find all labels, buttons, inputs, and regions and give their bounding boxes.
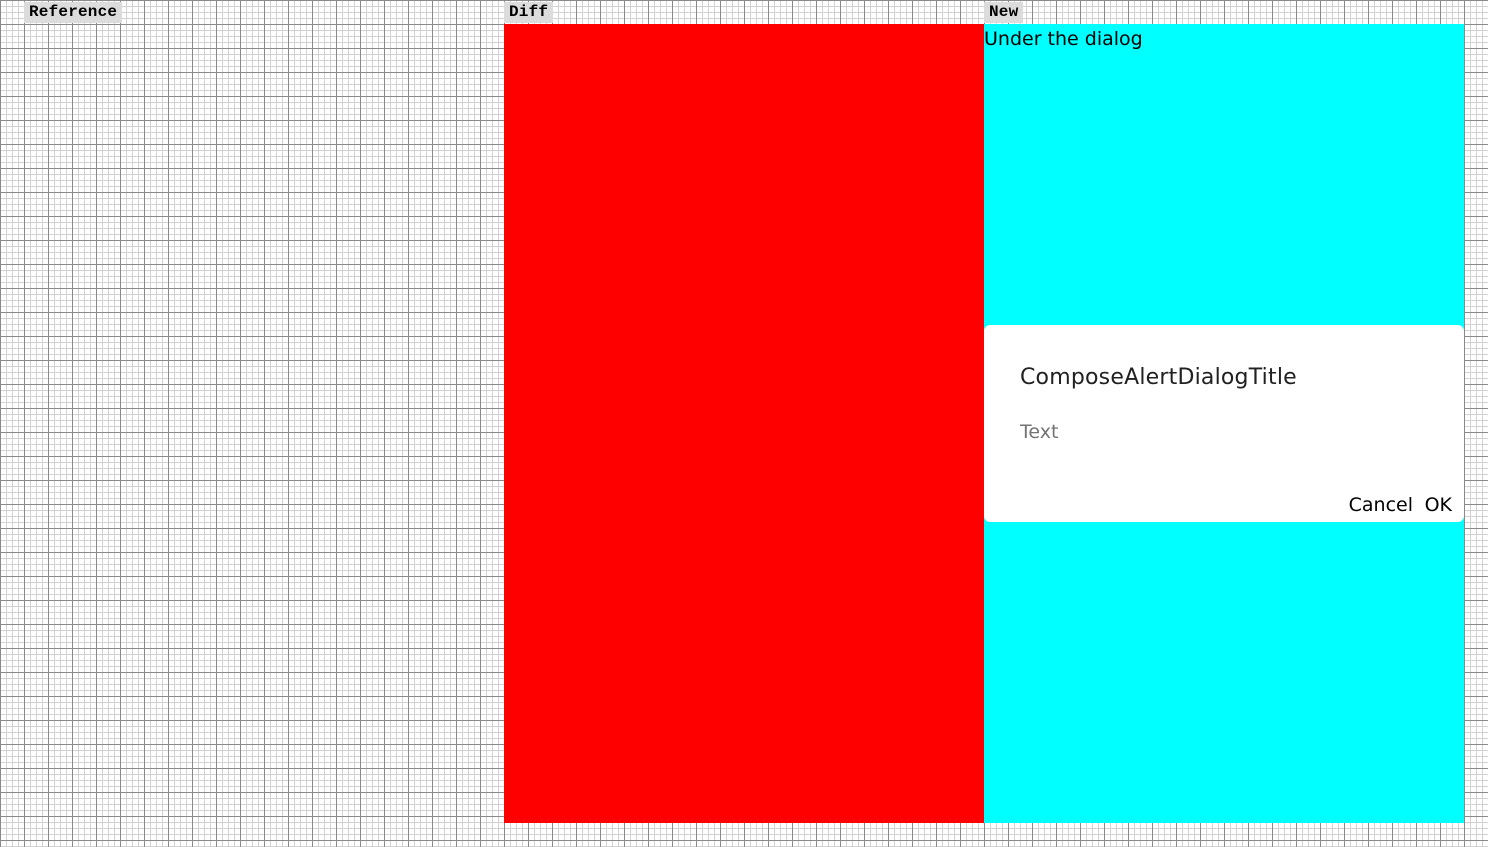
dialog-text: Text	[1020, 421, 1059, 443]
ok-button[interactable]: OK	[1425, 493, 1452, 517]
new-panel: Under the dialog ComposeAlertDialogTitle…	[984, 24, 1464, 823]
new-panel-label: New	[984, 2, 1024, 23]
diff-panel-label: Diff	[504, 2, 554, 23]
diff-panel	[504, 24, 984, 823]
reference-panel-label: Reference	[24, 2, 123, 23]
cancel-button[interactable]: Cancel	[1349, 493, 1413, 517]
under-dialog-text: Under the dialog	[984, 28, 1143, 50]
dialog-title: ComposeAlertDialogTitle	[1020, 365, 1297, 390]
alert-dialog: ComposeAlertDialogTitle Text Cancel OK	[984, 325, 1464, 522]
